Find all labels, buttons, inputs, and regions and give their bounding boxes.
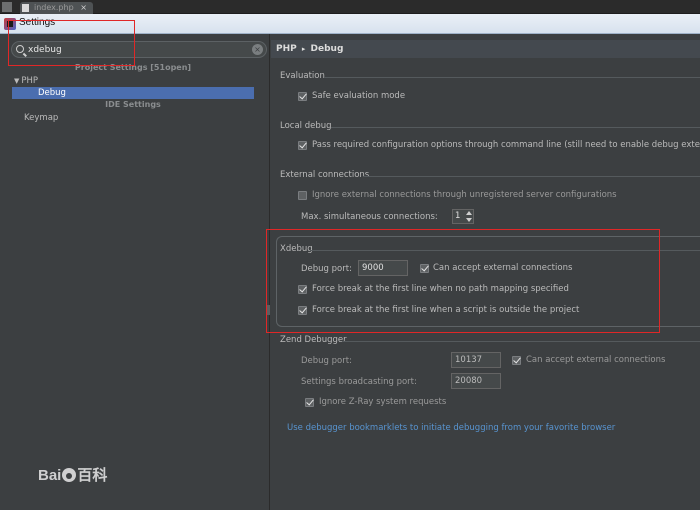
xdebug-section-title: Xdebug <box>280 244 313 254</box>
php-file-icon <box>22 4 29 12</box>
section-divider <box>342 341 700 342</box>
bookmarklets-link[interactable]: Use debugger bookmarklets to initiate de… <box>287 423 615 433</box>
ignore-unregistered-checkbox[interactable] <box>298 191 307 200</box>
xdebug-debug-port-input[interactable]: 9000 <box>358 260 408 276</box>
editor-tab-index-php[interactable]: index.php × <box>20 2 93 14</box>
project-settings-header: Project Settings [51open] <box>74 63 192 72</box>
tab-close-icon[interactable]: × <box>80 3 87 12</box>
settings-sidebar: × Project Settings [51open] ▼PHP Debug I… <box>0 34 270 510</box>
zend-debug-port-input[interactable]: 10137 <box>451 352 501 368</box>
ignore-zray-label: Ignore Z-Ray system requests <box>319 397 447 407</box>
clear-search-icon[interactable]: × <box>252 44 263 55</box>
ide-settings-header: IDE Settings <box>105 100 161 109</box>
external-connections-section-title: External connections <box>280 170 370 180</box>
zend-broadcast-port-label: Settings broadcasting port: <box>301 377 417 387</box>
force-break-no-mapping-label: Force break at the first line when no pa… <box>312 284 569 294</box>
settings-search-box[interactable]: × <box>11 41 267 58</box>
zend-section-title: Zend Debugger <box>280 335 347 345</box>
tab-scroll-icon[interactable] <box>2 2 12 12</box>
force-break-outside-checkbox[interactable] <box>298 306 307 315</box>
section-divider <box>310 250 700 251</box>
window-title: Settings <box>19 17 56 28</box>
paw-icon <box>62 468 77 483</box>
max-connections-label: Max. simultaneous connections: <box>301 212 438 222</box>
zend-accept-external-label: Can accept external connections <box>526 355 666 365</box>
baidu-watermark-logo: Bai 百科 <box>38 464 107 485</box>
window-title-bar: Settings <box>0 14 700 34</box>
breadcrumb: PHP ▸ Debug <box>271 40 700 58</box>
evaluation-section-title: Evaluation <box>280 71 325 81</box>
zend-accept-external-checkbox[interactable] <box>512 356 521 365</box>
phpstorm-app-icon <box>4 18 16 30</box>
splitter-handle[interactable] <box>267 305 270 315</box>
spinner-arrows-icon[interactable] <box>465 211 472 222</box>
section-divider <box>363 176 700 177</box>
editor-tab-label: index.php <box>34 3 74 12</box>
xdebug-accept-external-checkbox[interactable] <box>420 264 429 273</box>
safe-evaluation-checkbox[interactable] <box>298 92 307 101</box>
ignore-zray-checkbox[interactable] <box>305 398 314 407</box>
section-divider <box>324 77 700 78</box>
ignore-unregistered-label: Ignore external connections through unre… <box>312 190 617 200</box>
settings-search-input[interactable] <box>28 43 248 57</box>
tree-item-keymap-label: Keymap <box>24 113 59 123</box>
tree-item-keymap[interactable]: Keymap <box>24 113 58 123</box>
editor-tab-strip: index.php × <box>0 0 700 14</box>
tree-item-debug[interactable]: Debug <box>12 87 254 99</box>
search-icon <box>16 45 24 53</box>
tree-item-php[interactable]: ▼ PHP <box>14 76 38 86</box>
max-connections-spinner[interactable]: 1 <box>452 209 474 224</box>
force-break-no-mapping-checkbox[interactable] <box>298 285 307 294</box>
zend-broadcast-port-input[interactable]: 20080 <box>451 373 501 389</box>
watermark-text-left: Bai <box>38 467 62 484</box>
breadcrumb-parent: PHP <box>276 44 297 54</box>
tree-item-php-label: PHP <box>21 76 39 86</box>
tree-item-debug-label: Debug <box>38 88 66 98</box>
max-connections-value: 1 <box>455 211 461 221</box>
zend-debug-port-label: Debug port: <box>301 356 352 366</box>
breadcrumb-separator-icon: ▸ <box>301 45 306 53</box>
xdebug-accept-external-label: Can accept external connections <box>433 263 573 273</box>
expand-arrow-icon[interactable]: ▼ <box>14 77 19 85</box>
local-debug-section-title: Local debug <box>280 121 332 131</box>
safe-evaluation-label: Safe evaluation mode <box>312 91 406 101</box>
watermark-text-right: 百科 <box>77 467 108 484</box>
force-break-outside-label: Force break at the first line when a scr… <box>312 305 580 315</box>
pass-config-label: Pass required configuration options thro… <box>312 140 700 150</box>
section-divider <box>331 127 700 128</box>
breadcrumb-current: Debug <box>310 44 344 54</box>
xdebug-debug-port-label: Debug port: <box>301 264 352 274</box>
pass-config-checkbox[interactable] <box>298 141 307 150</box>
